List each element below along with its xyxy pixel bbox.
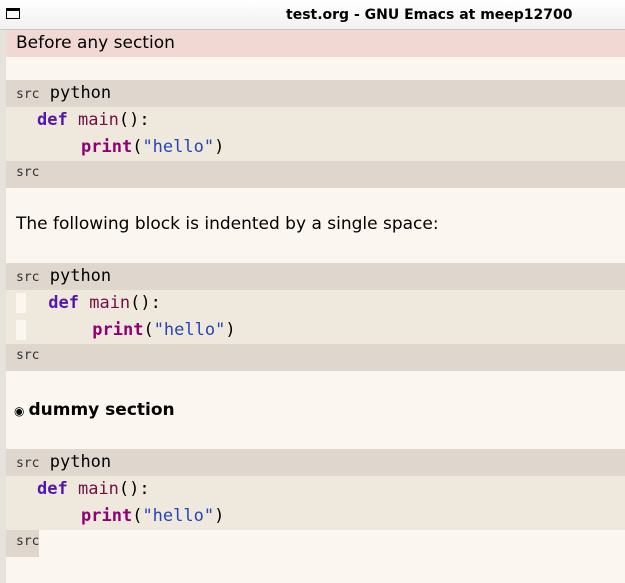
paragraph[interactable]: The following block is indented by a sin… xyxy=(6,211,625,238)
code-line[interactable]: print("hello") xyxy=(6,317,625,344)
keyword-def: def xyxy=(37,479,68,499)
string-literal: "hello" xyxy=(142,506,215,526)
string-literal: "hello" xyxy=(153,320,226,340)
code-line[interactable]: def main(): xyxy=(6,476,625,503)
src-begin-label: src xyxy=(16,270,40,285)
src-block-end[interactable]: src xyxy=(6,530,39,557)
code-line[interactable]: print("hello") xyxy=(6,134,625,161)
current-line[interactable]: Before any section xyxy=(6,30,625,57)
src-block-end[interactable]: src xyxy=(6,161,625,188)
src-language: python xyxy=(49,83,112,103)
src-language: python xyxy=(49,266,112,286)
code-punct: (): xyxy=(130,293,161,313)
builtin-print: print xyxy=(81,137,133,157)
string-literal: "hello" xyxy=(142,137,215,157)
window-title: test.org - GNU Emacs at meep12700 xyxy=(286,7,573,23)
src-end-label: src xyxy=(16,348,40,363)
code-punct: (): xyxy=(118,479,150,499)
window-menu-icon[interactable] xyxy=(6,8,20,19)
code-paren: ( xyxy=(132,506,143,526)
src-language: python xyxy=(49,452,112,472)
code-paren: ( xyxy=(143,320,154,340)
keyword-def: def xyxy=(48,293,79,313)
keyword-def: def xyxy=(37,110,68,130)
src-block-begin[interactable]: src python xyxy=(6,80,625,107)
src-end-label: src xyxy=(16,534,40,549)
builtin-print: print xyxy=(81,506,133,526)
code-line[interactable]: print("hello") xyxy=(6,503,625,530)
src-block-begin[interactable]: src python xyxy=(6,263,625,290)
src-begin-label: src xyxy=(16,87,40,102)
section-heading[interactable]: ◉ dummy section xyxy=(6,397,625,424)
function-name: main xyxy=(89,293,131,313)
editor-buffer[interactable]: Before any section src python def main()… xyxy=(0,30,625,583)
intro-text: Before any section xyxy=(16,33,175,53)
function-name: main xyxy=(77,110,119,130)
src-end-label: src xyxy=(16,165,40,180)
code-paren: ( xyxy=(132,137,143,157)
function-name: main xyxy=(77,479,119,499)
code-line[interactable]: def main(): xyxy=(6,290,625,317)
paragraph-text: The following block is indented by a sin… xyxy=(16,214,439,234)
src-begin-label: src xyxy=(16,456,40,471)
code-paren: ) xyxy=(214,506,225,526)
title-bar[interactable]: test.org - GNU Emacs at meep12700 xyxy=(0,0,625,30)
code-paren: ) xyxy=(214,137,225,157)
code-line[interactable]: def main(): xyxy=(6,107,625,134)
section-title: dummy section xyxy=(28,400,175,420)
src-block-end[interactable]: src xyxy=(6,344,625,371)
code-paren: ) xyxy=(225,320,236,340)
heading-bullet-icon[interactable]: ◉ xyxy=(14,404,24,418)
builtin-print: print xyxy=(92,320,144,340)
code-punct: (): xyxy=(118,110,150,130)
src-block-begin[interactable]: src python xyxy=(6,449,625,476)
